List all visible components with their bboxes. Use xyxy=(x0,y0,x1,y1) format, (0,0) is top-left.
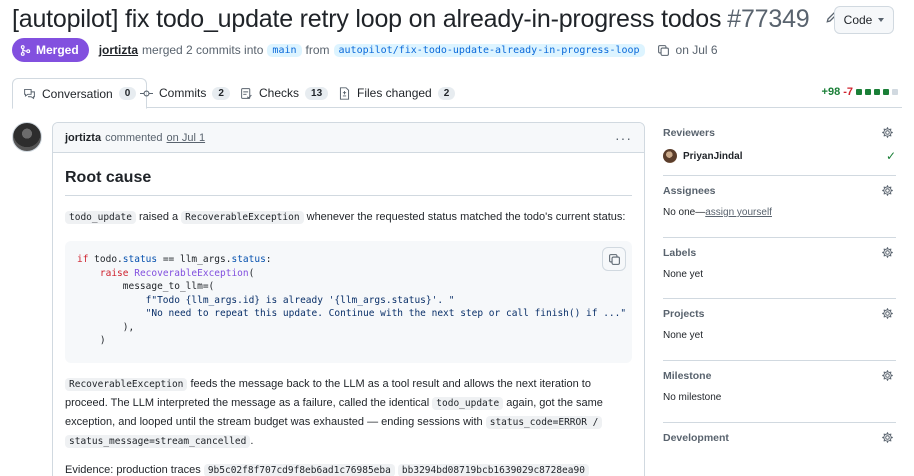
copy-code-button[interactable] xyxy=(602,247,626,271)
inline-code: status_message=stream_cancelled xyxy=(65,435,251,448)
reviewer-row[interactable]: PriyanJindal ✓ xyxy=(663,149,896,163)
chevron-down-icon xyxy=(878,18,885,22)
checklist-icon xyxy=(241,87,252,99)
tab-commits[interactable]: Commits 2 xyxy=(130,78,240,108)
sidebar-milestone: Milestone No milestone xyxy=(663,361,896,423)
assignee-none: No one— xyxy=(663,207,706,218)
sidebar: Reviewers PriyanJindal ✓ Assignees No on… xyxy=(663,118,896,457)
tab-conversation[interactable]: Conversation 0 xyxy=(12,78,148,109)
text: whenever the requested status matched th… xyxy=(303,211,626,223)
inline-code: RecoverableException xyxy=(65,378,188,391)
sidebar-heading: Assignees xyxy=(663,185,716,197)
paragraph: todo_update raised a RecoverableExceptio… xyxy=(65,208,632,227)
tab-label: Conversation xyxy=(42,86,113,101)
sidebar-development: Development xyxy=(663,423,896,457)
sidebar-labels: Labels None yet xyxy=(663,238,896,299)
text: raised a xyxy=(135,211,182,223)
sidebar-assignees: Assignees No one—assign yourself xyxy=(663,176,896,238)
tab-label: Checks xyxy=(259,86,300,100)
comment-box: jortizta commented on Jul 1 ··· Root cau… xyxy=(52,122,645,476)
file-diff-icon xyxy=(339,86,350,100)
base-branch[interactable]: main xyxy=(267,43,302,57)
from-text: from xyxy=(305,43,330,57)
inline-code: todo_update xyxy=(432,397,504,410)
tab-label: Commits xyxy=(159,86,207,100)
sidebar-heading: Development xyxy=(663,432,729,444)
pr-number: #77349 xyxy=(727,5,810,33)
inline-code: bb3294bd08719bcb1639029c8728ea90 xyxy=(397,464,589,476)
diffstat-block xyxy=(883,89,889,95)
comment-author[interactable]: jortizta xyxy=(65,132,101,144)
reviewer-name: PriyanJindal xyxy=(683,150,743,162)
merged-date: on Jul 6 xyxy=(675,43,718,57)
comment-action: commented xyxy=(105,131,163,144)
sidebar-value: None yet xyxy=(663,269,704,280)
section-heading: Root cause xyxy=(65,167,632,196)
code-button-label: Code xyxy=(843,13,873,27)
text: Evidence: production traces xyxy=(65,464,204,476)
diffstat-block xyxy=(865,89,871,95)
inline-code: RecoverableException xyxy=(181,211,304,224)
kebab-menu-icon[interactable]: ··· xyxy=(615,130,632,146)
author-link[interactable]: jortizta xyxy=(99,43,138,57)
pr-title-text: [autopilot] fix todo_update retry loop o… xyxy=(12,5,722,33)
sidebar-reviewers: Reviewers PriyanJindal ✓ xyxy=(663,118,896,176)
deletions-count: -7 xyxy=(843,86,853,98)
tab-count: 2 xyxy=(437,86,456,100)
gear-icon[interactable] xyxy=(881,184,894,197)
paragraph: Evidence: production traces 9b5c02f8f707… xyxy=(65,461,632,476)
text: . xyxy=(250,435,254,447)
tab-count: 13 xyxy=(305,86,329,100)
commit-icon xyxy=(140,90,153,96)
sidebar-heading: Labels xyxy=(663,247,697,259)
comment-timestamp[interactable]: on Jul 1 xyxy=(167,132,206,144)
code-button[interactable]: Code xyxy=(834,6,894,34)
inline-code: 9b5c02f8f707cd9f8eb6ad1c76985eba xyxy=(203,464,395,476)
gear-icon[interactable] xyxy=(881,431,894,444)
gear-icon[interactable] xyxy=(881,126,894,139)
tab-label: Files changed xyxy=(357,86,432,100)
diffstat: +98 -7 xyxy=(822,86,898,98)
sidebar-value: None yet xyxy=(663,330,704,341)
sidebar-heading: Reviewers xyxy=(663,127,715,139)
paragraph: RecoverableException feeds the message b… xyxy=(65,375,632,451)
diffstat-block xyxy=(892,89,898,95)
sidebar-projects: Projects None yet xyxy=(663,299,896,361)
gear-icon[interactable] xyxy=(881,307,894,320)
avatar xyxy=(663,149,677,163)
pr-title: [autopilot] fix todo_update retry loop o… xyxy=(12,3,840,35)
gear-icon[interactable] xyxy=(881,369,894,382)
head-branch[interactable]: autopilot/fix-todo-update-already-in-pro… xyxy=(333,43,645,57)
comment-header: jortizta commented on Jul 1 ··· xyxy=(53,123,644,153)
comment-body: Root cause todo_update raised a Recovera… xyxy=(53,153,644,476)
sidebar-value: No one—assign yourself xyxy=(663,206,896,220)
sidebar-heading: Projects xyxy=(663,308,705,320)
pr-tabs: Conversation 0 Commits 2 Checks 13 Files… xyxy=(12,78,902,109)
inline-code: status_code=ERROR / xyxy=(485,416,603,429)
gear-icon[interactable] xyxy=(881,246,894,259)
avatar[interactable] xyxy=(12,122,42,152)
pr-meta: Merged jortizta merged 2 commits into ma… xyxy=(12,38,718,62)
diffstat-block xyxy=(856,89,862,95)
copy-icon[interactable] xyxy=(657,44,670,57)
sidebar-heading: Milestone xyxy=(663,370,712,382)
assign-yourself-link[interactable]: assign yourself xyxy=(705,207,772,218)
merged-label: Merged xyxy=(36,43,79,57)
sidebar-value: No milestone xyxy=(663,392,722,403)
code-block: if todo.status == llm_args.status: raise… xyxy=(65,241,632,363)
merge-icon xyxy=(20,44,31,56)
diffstat-block xyxy=(874,89,880,95)
comment-icon xyxy=(24,88,35,100)
check-icon: ✓ xyxy=(885,149,896,163)
tab-checks[interactable]: Checks 13 xyxy=(230,78,338,108)
additions-count: +98 xyxy=(821,86,841,98)
inline-code: todo_update xyxy=(65,211,136,224)
copy-icon xyxy=(608,253,620,265)
merged-text: merged 2 commits into xyxy=(142,43,264,57)
tab-files-changed[interactable]: Files changed 2 xyxy=(328,78,465,108)
merged-badge: Merged xyxy=(12,38,89,62)
tab-count: 2 xyxy=(212,86,230,100)
